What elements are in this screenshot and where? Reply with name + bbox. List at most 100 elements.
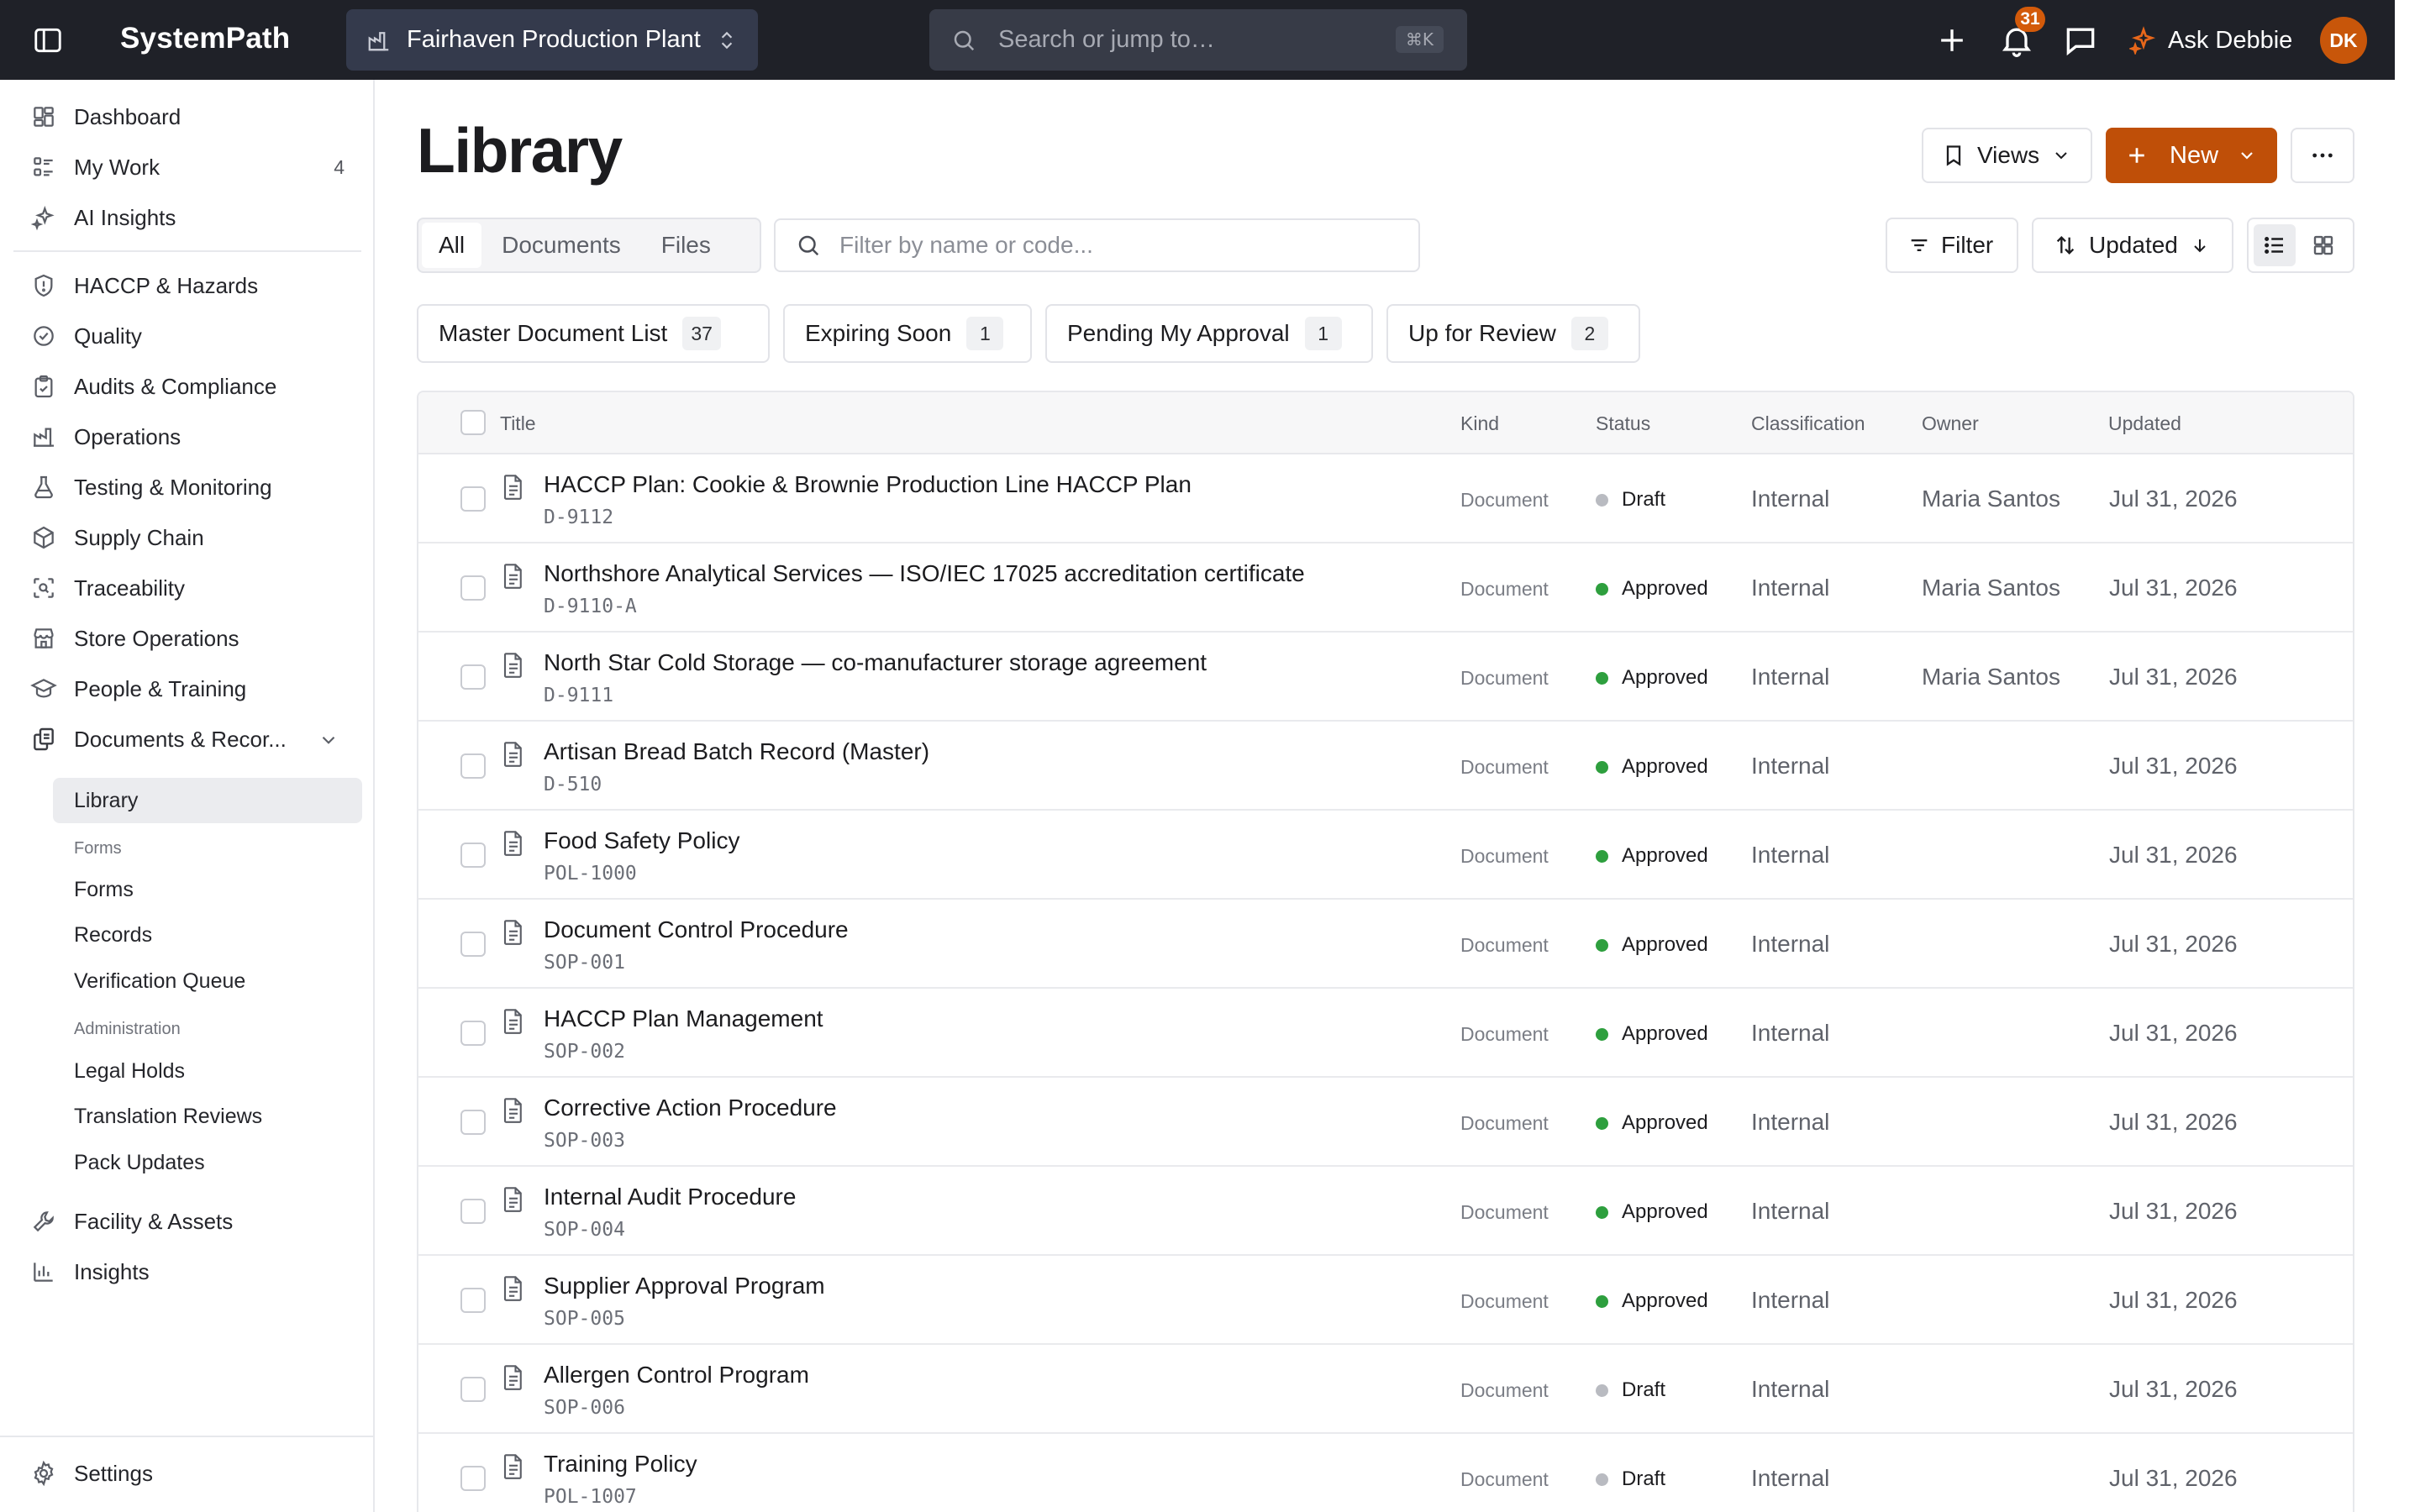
table-header: Title Kind Status Classification Owner U… (418, 392, 2353, 454)
status-label: Approved (1622, 1022, 1708, 1045)
views-button[interactable]: Views (1922, 128, 2092, 183)
table-row[interactable]: Artisan Bread Batch Record (Master) D-510… (418, 722, 2353, 811)
row-checkbox[interactable] (460, 1377, 486, 1402)
site-switcher[interactable]: Fairhaven Production Plant (346, 9, 758, 71)
table-row[interactable]: HACCP Plan: Cookie & Brownie Production … (418, 454, 2353, 543)
tab-files[interactable]: Files (641, 223, 731, 268)
list-view-icon[interactable] (2254, 224, 2296, 266)
sidebar-item-haccp[interactable]: HACCP & Hazards (13, 264, 361, 307)
sidebar-item-store-operations[interactable]: Store Operations (13, 617, 361, 660)
row-title[interactable]: Northshore Analytical Services — ISO/IEC… (544, 560, 1305, 587)
column-header-kind[interactable]: Kind (1460, 412, 1499, 435)
row-checkbox[interactable] (460, 486, 486, 512)
row-title[interactable]: Allergen Control Program (544, 1362, 809, 1389)
table-row[interactable]: Northshore Analytical Services — ISO/IEC… (418, 543, 2353, 633)
row-title[interactable]: Training Policy (544, 1451, 697, 1478)
sidebar-item-quality[interactable]: Quality (13, 314, 361, 358)
column-header-owner[interactable]: Owner (1922, 412, 1979, 435)
row-updated: Jul 31, 2026 (2109, 1287, 2238, 1313)
saved-view-count: 1 (966, 317, 1004, 350)
row-checkbox[interactable] (460, 843, 486, 868)
table-row[interactable]: Corrective Action Procedure SOP-003 Docume… (418, 1078, 2353, 1167)
row-title[interactable]: North Star Cold Storage — co-manufacture… (544, 649, 1207, 676)
status-badge: Approved (1596, 1200, 1708, 1224)
tab-all[interactable]: All (422, 223, 482, 268)
more-options-button[interactable] (2291, 128, 2354, 183)
global-search[interactable]: Search or jump to… ⌘K (929, 9, 1467, 71)
page-title: Library (417, 115, 623, 186)
sidebar-item-supply-chain[interactable]: Supply Chain (13, 516, 361, 559)
row-title[interactable]: HACCP Plan Management (544, 1005, 823, 1032)
column-header-title[interactable]: Title (500, 412, 536, 435)
sidebar-subitem-legal-holds[interactable]: Legal Holds (53, 1048, 362, 1094)
sidebar-subitem-records[interactable]: Records (53, 912, 362, 958)
row-title[interactable]: Document Control Procedure (544, 916, 849, 943)
row-checkbox[interactable] (460, 1110, 486, 1135)
sort-button[interactable]: Updated (2032, 218, 2233, 273)
row-checkbox[interactable] (460, 664, 486, 690)
sidebar-subitem-label: Records (74, 922, 153, 947)
sidebar-item-facility-assets[interactable]: Facility & Assets (13, 1200, 361, 1243)
table-row[interactable]: North Star Cold Storage — co-manufacture… (418, 633, 2353, 722)
chat-icon[interactable] (2062, 22, 2099, 59)
sidebar-item-testing[interactable]: Testing & Monitoring (13, 465, 361, 509)
row-checkbox[interactable] (460, 1288, 486, 1313)
sidebar-subitem-library[interactable]: Library (53, 778, 362, 823)
row-title[interactable]: Internal Audit Procedure (544, 1184, 796, 1210)
sidebar-toggle-icon[interactable] (32, 24, 64, 56)
sidebar-item-audits[interactable]: Audits & Compliance (13, 365, 361, 408)
sidebar-item-traceability[interactable]: Traceability (13, 566, 361, 610)
filter-button[interactable]: Filter (1886, 218, 2018, 273)
saved-view-expiring-soon[interactable]: Expiring Soon 1 (783, 304, 1032, 363)
sidebar-item-my-work[interactable]: My Work 4 (13, 145, 361, 189)
list-icon (30, 154, 57, 181)
row-checkbox[interactable] (460, 932, 486, 957)
ask-assistant-button[interactable]: Ask Debbie (2129, 20, 2292, 60)
table-row[interactable]: Document Control Procedure SOP-001 Documen… (418, 900, 2353, 989)
sidebar-item-documents-records[interactable]: Documents & Recor... (13, 717, 361, 761)
saved-view-pending-my-approval[interactable]: Pending My Approval 1 (1045, 304, 1373, 363)
row-checkbox[interactable] (460, 1021, 486, 1046)
row-title[interactable]: Artisan Bread Batch Record (Master) (544, 738, 929, 765)
row-title[interactable]: Supplier Approval Program (544, 1273, 825, 1299)
saved-view-master-document-list[interactable]: Master Document List 37 (417, 304, 770, 363)
sidebar-item-insights[interactable]: Insights (13, 1250, 361, 1294)
row-title[interactable]: Corrective Action Procedure (544, 1095, 837, 1121)
row-checkbox[interactable] (460, 1466, 486, 1491)
sidebar-item-operations[interactable]: Operations (13, 415, 361, 459)
table-row[interactable]: Supplier Approval Program SOP-005 Document… (418, 1256, 2353, 1345)
table-row[interactable]: HACCP Plan Management SOP-002 Document Appr… (418, 989, 2353, 1078)
table-row[interactable]: Allergen Control Program SOP-006 Document D… (418, 1345, 2353, 1434)
select-all-checkbox[interactable] (460, 410, 486, 435)
table-row[interactable]: Training Policy POL-1007 Document Draft Inte… (418, 1434, 2353, 1512)
column-header-updated[interactable]: Updated (2108, 412, 2181, 435)
sidebar-item-label: Store Operations (74, 625, 239, 651)
new-button[interactable]: New (2106, 128, 2277, 183)
row-checkbox[interactable] (460, 753, 486, 779)
sidebar-item-people-training[interactable]: People & Training (13, 667, 361, 711)
plus-icon[interactable] (1933, 22, 1970, 59)
table-row[interactable]: Internal Audit Procedure SOP-004 Document A… (418, 1167, 2353, 1256)
row-checkbox[interactable] (460, 575, 486, 601)
avatar[interactable]: DK (2320, 17, 2367, 64)
sidebar-item-dashboard[interactable]: Dashboard (13, 95, 361, 139)
sidebar-subitem-forms[interactable]: Forms (53, 867, 362, 912)
row-classification: Internal (1751, 753, 1830, 779)
column-header-status[interactable]: Status (1596, 412, 1650, 435)
row-checkbox[interactable] (460, 1199, 486, 1224)
column-header-classification[interactable]: Classification (1751, 412, 1865, 435)
sidebar-subitem-verification-queue[interactable]: Verification Queue (53, 958, 362, 1004)
sidebar-subitem-translation-reviews[interactable]: Translation Reviews (53, 1094, 362, 1139)
sidebar-item-settings[interactable]: Settings (13, 1452, 361, 1495)
saved-view-up-for-review[interactable]: Up for Review 2 (1386, 304, 1640, 363)
filter-input[interactable]: Filter by name or code... (774, 218, 1420, 272)
app-logo[interactable]: SystemPath (120, 22, 290, 55)
grid-view-icon[interactable] (2302, 224, 2344, 266)
sidebar-subitem-pack-updates[interactable]: Pack Updates (53, 1140, 362, 1185)
wrench-icon (30, 1208, 57, 1235)
row-title[interactable]: Food Safety Policy (544, 827, 739, 854)
sidebar-item-ai-insights[interactable]: AI Insights (13, 196, 361, 239)
tab-documents[interactable]: Documents (481, 223, 641, 268)
table-row[interactable]: Food Safety Policy POL-1000 Document Approv… (418, 811, 2353, 900)
row-title[interactable]: HACCP Plan: Cookie & Brownie Production … (544, 471, 1192, 498)
